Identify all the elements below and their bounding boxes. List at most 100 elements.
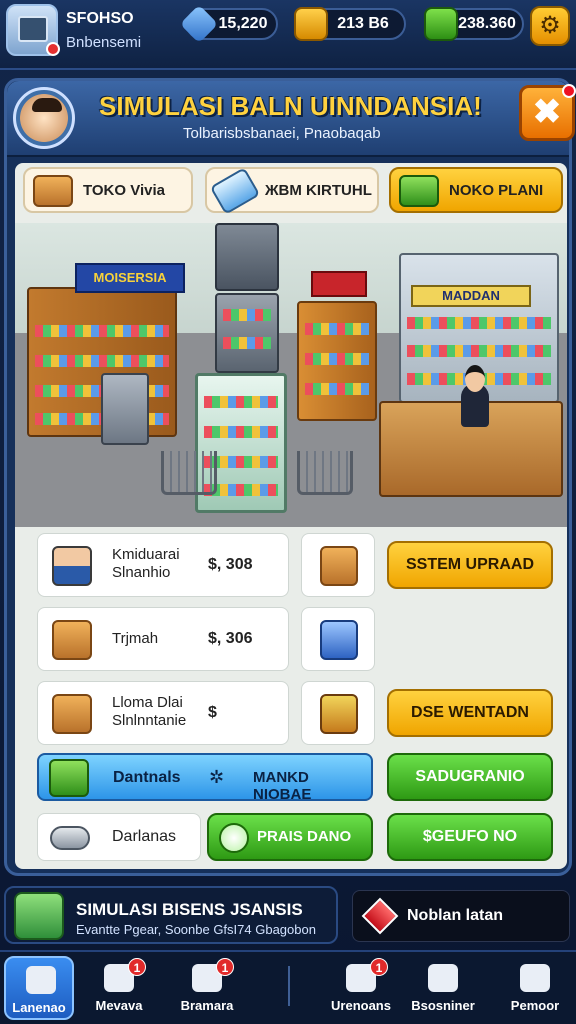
cash-counter[interactable]: 238.360	[424, 7, 524, 41]
product-row	[305, 353, 369, 365]
crate-icon	[14, 892, 64, 940]
nav-label: Bsosniner	[411, 998, 475, 1013]
gem-counter[interactable]: 15,220	[179, 4, 278, 44]
nav-item-urenoans[interactable]: 1 Urenoans	[326, 956, 396, 1020]
nav-item-bsosniner[interactable]: Bsosniner	[408, 956, 478, 1020]
store-sign-left: MOISERSIA	[75, 263, 185, 293]
list-item[interactable]: Darlanas	[37, 813, 201, 861]
nav-label: Pemoor	[510, 998, 560, 1013]
nav-divider	[288, 966, 290, 1006]
shelf-center[interactable]	[215, 293, 279, 373]
home-icon	[26, 966, 56, 994]
ring-icon	[428, 964, 458, 992]
product-row	[204, 396, 278, 408]
gold-counter[interactable]: 213 B6	[294, 7, 406, 41]
product-row	[407, 345, 551, 357]
hair-shape	[32, 98, 62, 112]
coin-icon	[219, 823, 249, 853]
shopping-cart[interactable]	[161, 451, 217, 495]
nav-item-pemoor[interactable]: Pemoor	[500, 956, 570, 1020]
tab-virtual[interactable]: ЖВМ KIRTUHL	[205, 167, 379, 215]
cashier-character[interactable]	[461, 365, 489, 427]
status-title: SIMULASI BISENS JSANSIS	[76, 900, 303, 919]
list-item[interactable]: Lloma Dlai Slnlnntanie $	[37, 681, 289, 745]
notification-banner[interactable]: Noblan latan	[352, 890, 570, 942]
vr-headset-icon	[209, 167, 261, 215]
business-status[interactable]: SIMULASI BISENS JSANSIS Evantte Pgear, S…	[4, 886, 338, 944]
computer-icon	[18, 16, 48, 42]
item-name-line: Lloma Dlai	[112, 694, 183, 711]
nav-item-mevava[interactable]: 1 Mevava	[84, 956, 154, 1020]
sadugranio-button[interactable]: SADUGRANIO	[387, 753, 553, 801]
cash-icon	[424, 7, 458, 41]
alert-badge	[46, 42, 60, 56]
store-sign-right: MADDAN	[411, 285, 531, 307]
list-item[interactable]: Trjmah $, 306	[37, 607, 289, 671]
item-slot[interactable]	[301, 607, 375, 671]
promo-right-label: MANKD NIOBAE	[253, 769, 312, 803]
list-item[interactable]: Kmiduarai Slnanhio $, 308	[37, 533, 289, 597]
geufo-button[interactable]: $GEUFO NO	[387, 813, 553, 861]
box-icon	[33, 175, 73, 207]
nav-item-bramara[interactable]: 1 Bramara	[172, 956, 242, 1020]
upgrade-list: Kmiduarai Slnanhio $, 308 SSTEM UPRAAD T…	[15, 533, 567, 869]
box-icon	[52, 620, 92, 660]
item-name: Darlanas	[112, 828, 177, 845]
nav-item-home[interactable]: Lanenao	[4, 956, 74, 1020]
promo-bar[interactable]: Dantnals ✲ MANKD NIOBAE	[37, 753, 373, 803]
player-avatar[interactable]	[6, 4, 60, 56]
store-sign-middle	[311, 271, 367, 297]
item-name-line: Kmiduarai	[112, 546, 180, 563]
product-row	[305, 383, 369, 395]
cashier-icon	[520, 964, 550, 992]
box-icon	[52, 694, 92, 734]
item-slot[interactable]	[301, 533, 375, 597]
gold-value: 213 B6	[337, 15, 389, 32]
system-upgrade-button[interactable]: SSTEM UPRAAD	[387, 541, 553, 589]
nav-label: Urenoans	[331, 998, 391, 1013]
promo-left-label: Dantnals	[113, 769, 181, 786]
cash-box-icon	[49, 759, 89, 797]
manager-avatar	[13, 87, 75, 149]
shopping-cart[interactable]	[297, 451, 353, 495]
notification-text: Noblan latan	[407, 907, 504, 924]
main-panel: SIMULASI BALN UINNDANSIA! Tolbarisbsbana…	[4, 78, 576, 876]
item-name-line: Slnanhio	[112, 564, 171, 581]
tab-label: TOKO Vivia	[83, 181, 165, 199]
ruby-icon	[361, 897, 399, 935]
display-rack[interactable]	[215, 223, 279, 291]
product-row	[305, 323, 369, 335]
top-bar: SFOHSO Bnbensemi 15,220 213 B6 238.360 ⚙	[0, 0, 576, 70]
item-name: Lloma Dlai Slnlnntanie	[112, 694, 212, 730]
item-name: Kmiduarai Slnanhio	[112, 546, 212, 582]
box-icon	[320, 546, 358, 586]
player-name: SFOHSO	[66, 10, 134, 27]
player-subtitle: Bnbensemi	[66, 34, 142, 51]
tab-plani[interactable]: NOKO PLANI	[389, 167, 563, 213]
product-row	[223, 337, 271, 349]
atm-machine[interactable]	[101, 373, 149, 445]
product-row	[407, 317, 551, 329]
gem-icon	[179, 4, 219, 44]
sparkle-icon: ✲	[209, 767, 225, 787]
settings-button[interactable]: ⚙	[530, 6, 570, 46]
nav-badge: 1	[216, 958, 234, 976]
page-subtitle: Tolbarisbsbanaei, Pnaobaqab	[183, 125, 381, 142]
wentadn-button[interactable]: DSE WENTADN	[387, 689, 553, 737]
item-slot[interactable]	[301, 681, 375, 745]
store-scene[interactable]: MOISERSIA MADDAN	[15, 223, 567, 527]
cash-value: 238.360	[458, 15, 516, 32]
gold-bar-icon	[294, 7, 328, 41]
close-button[interactable]: ✖	[519, 84, 576, 141]
gear-icon: ⚙	[539, 12, 561, 39]
prais-dano-button[interactable]: PRAIS DANO	[207, 813, 373, 861]
nav-badge: 1	[128, 958, 146, 976]
nav-label: Lanenao	[12, 1000, 66, 1015]
game-screen: SFOHSO Bnbensemi 15,220 213 B6 238.360 ⚙…	[0, 0, 576, 1024]
item-price: $, 306	[208, 630, 253, 647]
tab-toko[interactable]: TOKO Vivia	[23, 167, 193, 213]
product-row	[35, 325, 169, 337]
shelf-middle[interactable]	[297, 301, 377, 421]
tab-label: ЖВМ KIRTUHL	[265, 181, 372, 199]
content-area: TOKO Vivia ЖВМ KIRTUHL NOKO PLANI MOISER…	[15, 163, 567, 869]
